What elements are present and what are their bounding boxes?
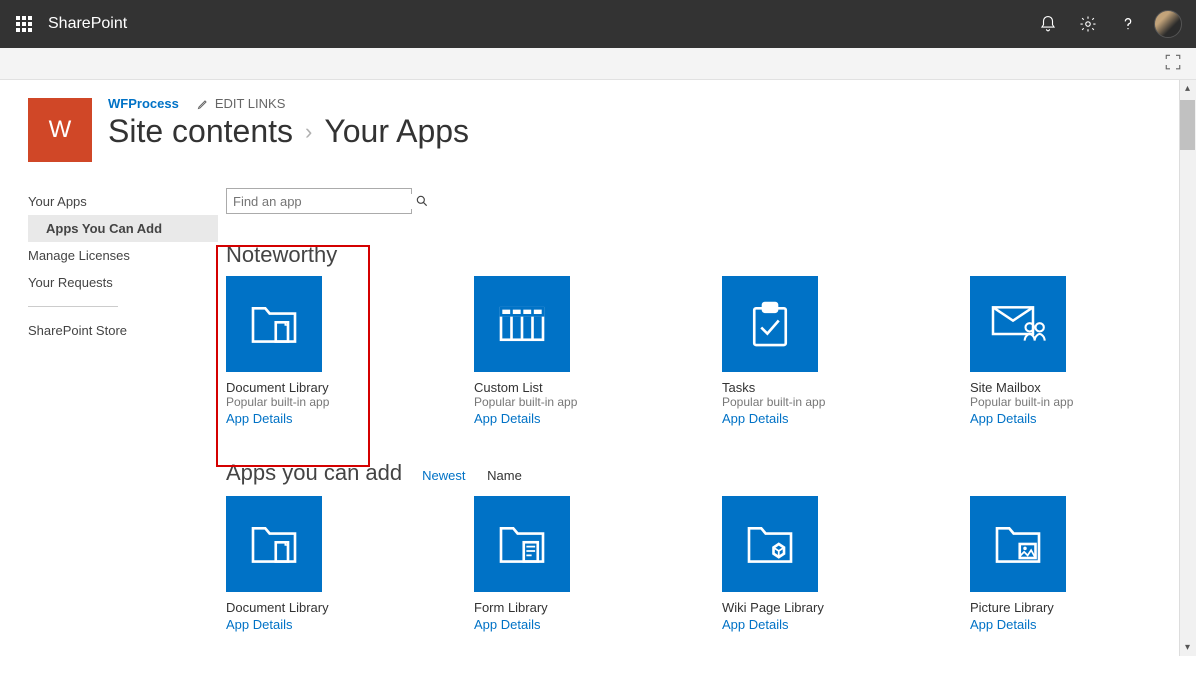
chevron-right-icon: › [305,119,312,145]
tile-subtitle: Popular built-in app [722,395,882,409]
tile-icon-document-library[interactable] [226,496,322,592]
suite-brand[interactable]: SharePoint [48,15,127,33]
scroll-down-arrow[interactable]: ▾ [1179,639,1196,656]
app-details-link[interactable]: App Details [474,411,634,426]
app-details-link[interactable]: App Details [722,411,882,426]
tile-icon-form-library[interactable] [474,496,570,592]
tile-title: Picture Library [970,600,1130,615]
page-header: W WFProcess EDIT LINKS Site contents › Y… [28,98,1179,162]
tile-subtitle: Popular built-in app [474,395,634,409]
suite-bar: SharePoint [0,0,1196,48]
edit-links-label: EDIT LINKS [215,96,286,111]
tile-icon-wiki-library[interactable] [722,496,818,592]
site-logo[interactable]: W [28,98,92,162]
app-tile-document-library-2: Document Library App Details [226,496,386,632]
nav-your-apps[interactable]: Your Apps [28,188,218,215]
nav-divider [28,306,118,307]
tile-subtitle: Popular built-in app [226,395,386,409]
left-nav: Your Apps Apps You Can Add Manage Licens… [28,188,226,632]
tile-title: Document Library [226,600,386,615]
breadcrumb-your-apps: Your Apps [324,113,469,150]
tile-title: Wiki Page Library [722,600,882,615]
app-details-link[interactable]: App Details [722,617,882,632]
app-tile-picture-library: Picture Library App Details [970,496,1130,632]
tile-title: Form Library [474,600,634,615]
pencil-icon [197,98,209,110]
app-launcher-icon[interactable] [8,8,40,40]
noteworthy-heading: Noteworthy [226,242,1179,268]
app-tile-document-library: Document Library Popular built-in app Ap… [226,276,386,426]
tile-title: Tasks [722,380,882,395]
app-details-link[interactable]: App Details [226,617,386,632]
site-name-link[interactable]: WFProcess [108,96,179,111]
app-tile-tasks: Tasks Popular built-in app App Details [722,276,882,426]
edit-links-button[interactable]: EDIT LINKS [197,96,286,111]
app-tile-wiki-page-library: Wiki Page Library App Details [722,496,882,632]
tile-icon-site-mailbox[interactable] [970,276,1066,372]
sort-newest[interactable]: Newest [422,468,465,483]
nav-apps-you-can-add[interactable]: Apps You Can Add [28,215,218,242]
scroll-up-arrow[interactable]: ▴ [1179,80,1196,97]
search-icon[interactable] [415,194,429,208]
app-details-link[interactable]: App Details [970,411,1130,426]
app-details-link[interactable]: App Details [474,617,634,632]
nav-sharepoint-store[interactable]: SharePoint Store [28,317,218,344]
focus-content-icon[interactable] [1164,53,1182,74]
vertical-scrollbar[interactable]: ▴ ▾ [1179,80,1196,656]
tile-title: Custom List [474,380,634,395]
search-box [226,188,412,214]
app-tile-custom-list: Custom List Popular built-in app App Det… [474,276,634,426]
notifications-icon[interactable] [1028,4,1068,44]
app-tile-site-mailbox: Site Mailbox Popular built-in app App De… [970,276,1130,426]
tile-subtitle: Popular built-in app [970,395,1130,409]
addable-heading: Apps you can add [226,460,402,486]
app-tile-form-library: Form Library App Details [474,496,634,632]
app-details-link[interactable]: App Details [226,411,386,426]
ribbon-bar [0,48,1196,80]
breadcrumb-site-contents[interactable]: Site contents [108,113,293,150]
tile-icon-tasks[interactable] [722,276,818,372]
sort-name[interactable]: Name [487,468,522,483]
sort-controls: Newest Name [422,468,522,483]
tile-icon-document-library[interactable] [226,276,322,372]
tile-title: Document Library [226,380,386,395]
nav-manage-licenses[interactable]: Manage Licenses [28,242,218,269]
settings-gear-icon[interactable] [1068,4,1108,44]
help-icon[interactable] [1108,4,1148,44]
tile-icon-picture-library[interactable] [970,496,1066,592]
tile-icon-custom-list[interactable] [474,276,570,372]
search-input[interactable] [227,194,415,209]
app-details-link[interactable]: App Details [970,617,1130,632]
tile-title: Site Mailbox [970,380,1130,395]
nav-your-requests[interactable]: Your Requests [28,269,218,296]
page-title: Site contents › Your Apps [108,113,469,150]
scroll-thumb[interactable] [1180,100,1195,150]
user-avatar[interactable] [1154,10,1182,38]
